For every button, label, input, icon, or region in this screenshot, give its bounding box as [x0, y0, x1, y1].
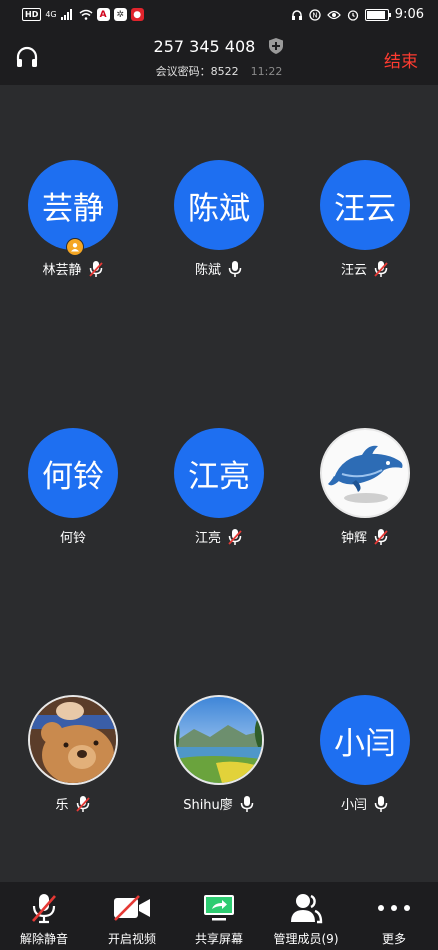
start-video-button[interactable]: 开启视频 [88, 882, 176, 950]
headset-status-icon [291, 9, 302, 20]
battery-icon [364, 8, 391, 21]
mic-icon [374, 795, 388, 812]
svg-text:N: N [312, 11, 317, 19]
share-screen-label: 共享屏幕 [194, 932, 243, 946]
share-screen-icon [204, 895, 234, 921]
participant-tile[interactable]: 汪云 汪云 [292, 160, 438, 310]
network-type: 4G [45, 9, 57, 19]
more-button[interactable]: 更多 [350, 882, 438, 950]
end-meeting-button[interactable]: 结束 [384, 47, 418, 72]
status-left: HD 4G A ✲ ● [22, 8, 144, 21]
participant-grid: 芸静 林芸静 陈斌 陈斌 汪云 汪云 何铃 何铃 江亮 江亮 钟辉 乐 Shih… [0, 85, 438, 882]
elapsed-time: 11:22 [250, 65, 283, 78]
hd-badge: HD [22, 8, 42, 21]
manage-members-label: 管理成员(9) [273, 932, 339, 946]
start-video-label: 开启视频 [107, 932, 156, 946]
unmute-button[interactable]: 解除静音 [0, 882, 88, 950]
participant-name: 乐 [55, 798, 69, 813]
mic-muted-icon [75, 795, 90, 812]
status-bar: HD 4G A ✲ ● N 9:06 [0, 0, 438, 30]
eye-icon [326, 10, 341, 19]
signal-icon [60, 9, 75, 20]
participant-name-row: 钟辉 [292, 527, 438, 546]
alarm-icon [347, 9, 358, 21]
shield-icon [269, 38, 284, 54]
mic-muted-icon [32, 894, 56, 924]
participant-name: Shihu廖 [183, 798, 233, 813]
participant-name-row: 陈斌 [146, 259, 292, 278]
participant-name-row: 小闫 [292, 794, 438, 813]
mic-muted-icon [228, 528, 242, 545]
unmute-label: 解除静音 [19, 932, 68, 946]
teddy-bear-avatar [28, 695, 118, 785]
participant-tile[interactable]: 芸静 林芸静 [0, 160, 146, 310]
meeting-id-row[interactable]: 257 345 408 [0, 37, 438, 56]
password-label: 会议密码： [155, 65, 211, 78]
participant-name: 林芸静 [42, 263, 82, 278]
participant-tile[interactable]: 钟辉 [292, 428, 438, 578]
avatar: 何铃 [28, 428, 118, 518]
participant-name-row: 江亮 [146, 527, 292, 546]
more-label: 更多 [381, 932, 406, 946]
status-right: N 9:06 [291, 7, 424, 22]
participant-tile[interactable]: Shihu廖 [146, 695, 292, 845]
mic-muted-icon [374, 528, 388, 545]
meeting-header: 257 345 408 会议密码：8522 11:22 结束 [0, 30, 438, 85]
participant-name: 何铃 [59, 531, 86, 546]
participant-tile[interactable]: 乐 [0, 695, 146, 845]
gear-notification-icon: ✲ [113, 8, 127, 21]
participant-name: 汪云 [340, 263, 367, 278]
participant-name-row: 汪云 [292, 259, 438, 278]
participant-tile[interactable]: 小闫 小闫 [292, 695, 438, 845]
host-badge-icon [66, 238, 84, 256]
mic-muted-icon [374, 260, 388, 277]
participant-name-row: Shihu廖 [146, 794, 292, 813]
participant-name-row: 乐 [0, 794, 146, 813]
avatar: 汪云 [320, 160, 410, 250]
video-off-icon [114, 895, 150, 921]
lake-landscape-avatar [174, 695, 264, 785]
wifi-icon [79, 9, 93, 20]
participant-tile[interactable]: 何铃 何铃 [0, 428, 146, 578]
avatar: 陈斌 [174, 160, 264, 250]
meeting-toolbar: 解除静音 开启视频 共享屏幕 管理成员(9) 更多 [0, 882, 438, 950]
participant-tile[interactable]: 陈斌 陈斌 [146, 160, 292, 310]
clock: 9:06 [394, 7, 424, 22]
share-screen-button[interactable]: 共享屏幕 [175, 882, 263, 950]
app-notification-icon: A [96, 8, 110, 21]
participant-name: 小闫 [340, 798, 367, 813]
participant-tile[interactable]: 江亮 江亮 [146, 428, 292, 578]
mic-icon [240, 795, 254, 812]
avatar: 芸静 [28, 160, 118, 250]
meeting-info: 会议密码：8522 11:22 [0, 63, 438, 79]
more-icon [378, 905, 410, 911]
avatar: 江亮 [174, 428, 264, 518]
mic-icon [228, 260, 242, 277]
participant-name: 陈斌 [194, 263, 221, 278]
dolphin-avatar [320, 428, 410, 518]
members-icon [291, 894, 323, 924]
mic-muted-icon [88, 260, 103, 277]
manage-members-button[interactable]: 管理成员(9) [262, 882, 350, 950]
participant-name: 江亮 [194, 531, 221, 546]
mic-notification-icon: ● [130, 8, 144, 21]
participant-name-row: 何铃 [0, 527, 146, 546]
avatar: 小闫 [320, 695, 410, 785]
nfc-icon: N [309, 8, 321, 21]
participant-name-row: 林芸静 [0, 259, 146, 278]
meeting-id: 257 345 408 [153, 37, 256, 56]
password-value: 8522 [210, 65, 239, 78]
participant-name: 钟辉 [340, 531, 367, 546]
